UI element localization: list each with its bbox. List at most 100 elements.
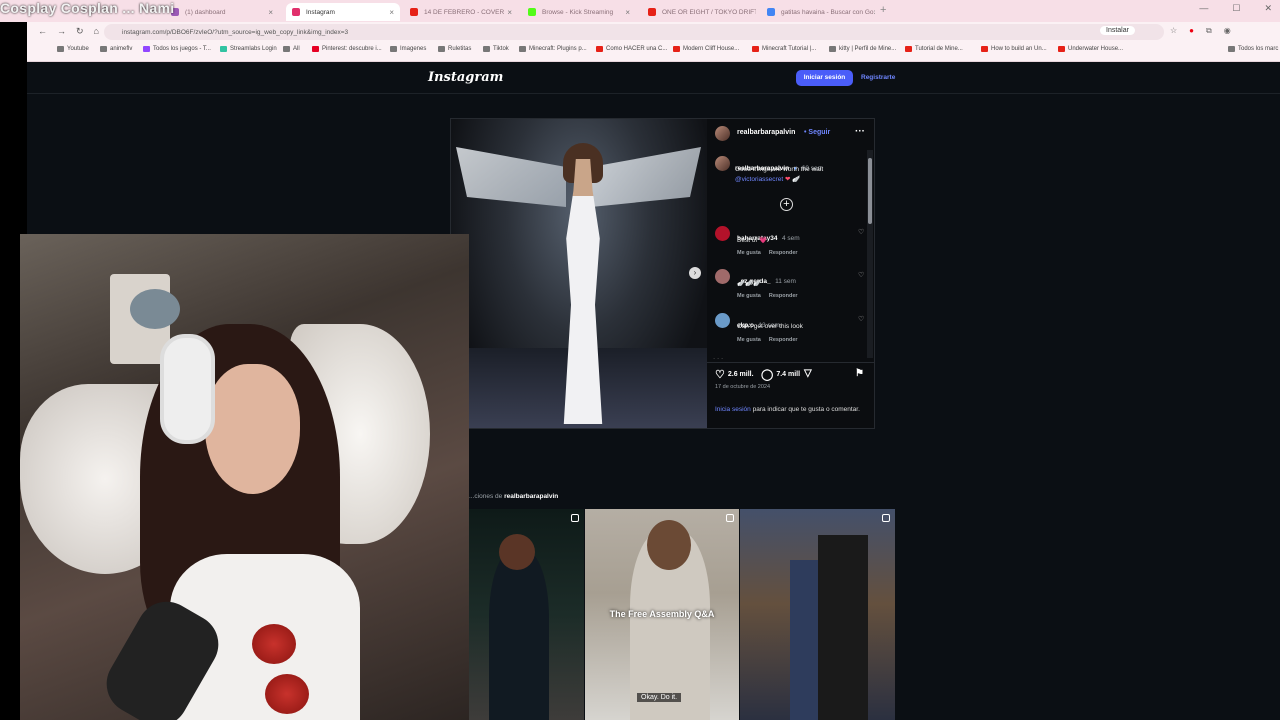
close-window-icon[interactable]: ✕ bbox=[1264, 3, 1272, 14]
bookmark-icon bbox=[100, 46, 107, 52]
post-thumbnail[interactable]: The Free Assembly Q&A Okay. Do it. bbox=[585, 509, 739, 720]
tab-favicon-icon bbox=[410, 8, 418, 16]
bookmark-item[interactable]: animeflv bbox=[100, 46, 132, 52]
instagram-logo[interactable]: Instagram bbox=[428, 70, 503, 85]
browser-tab[interactable]: 14 DE FEBRERO - COVER × bbox=[404, 3, 518, 21]
bookmark-item[interactable]: kitty | Perfil de Mine... bbox=[829, 46, 896, 52]
comment-reply-button[interactable]: Responder bbox=[769, 337, 798, 343]
bookmark-item[interactable]: Tiktok bbox=[483, 46, 509, 52]
comment-icon[interactable]: ◯ bbox=[761, 368, 773, 381]
bookmark-item[interactable]: Streamlabs Login bbox=[220, 46, 277, 52]
bookmark-item[interactable]: Minecraft: Plugins p... bbox=[519, 46, 587, 52]
browser-tab[interactable]: ONE OR EIGHT / TOKYO DRIFT× bbox=[642, 3, 756, 21]
bookmark-item[interactable]: Ruletitas bbox=[438, 46, 471, 52]
close-tab-icon[interactable]: × bbox=[507, 8, 512, 17]
bookmark-item[interactable]: Modern Cliff House... bbox=[673, 46, 739, 52]
comment-reply-button[interactable]: Responder bbox=[769, 250, 798, 256]
comment-actions: Me gusta Responder bbox=[737, 293, 798, 299]
next-photo-icon[interactable]: › bbox=[689, 267, 701, 279]
bookmark-icon bbox=[519, 46, 526, 52]
comment-text: Can't get over this look bbox=[737, 323, 803, 330]
more-options-icon[interactable]: ··· bbox=[855, 126, 865, 137]
close-tab-icon[interactable]: × bbox=[625, 8, 630, 17]
url-field[interactable]: instagram.com/p/DBO6F/zvIeO/?utm_source=… bbox=[104, 24, 1164, 40]
bookmark-item[interactable]: All bbox=[283, 46, 300, 52]
tab-favicon-icon bbox=[292, 8, 300, 16]
login-link[interactable]: Inicia sesión bbox=[715, 406, 751, 413]
post-thumbnail[interactable] bbox=[740, 509, 895, 720]
browser-tab[interactable]: (1) dashboard × bbox=[165, 3, 279, 21]
caption-mention[interactable]: @victoriassecret ❤ 🪽 bbox=[735, 175, 800, 183]
bookmark-item[interactable]: How to build an Un... bbox=[981, 46, 1047, 52]
close-tab-icon[interactable]: × bbox=[874, 8, 876, 17]
comment-avatar[interactable] bbox=[715, 226, 730, 241]
forward-icon[interactable]: → bbox=[57, 26, 66, 37]
tab-label: 14 DE FEBRERO - COVER bbox=[424, 8, 505, 16]
extensions-area: ☆ ● ⧉ ◉ bbox=[1170, 26, 1231, 36]
stream-overlay-title: Cosplay Cosplan ... Nami bbox=[0, 0, 175, 16]
tab-label: (1) dashboard bbox=[185, 8, 226, 16]
comment-like-button[interactable]: Me gusta bbox=[737, 293, 761, 299]
close-tab-icon[interactable]: × bbox=[268, 8, 273, 17]
back-icon[interactable]: ← bbox=[38, 26, 47, 37]
bookmark-item[interactable]: Como HACER una C... bbox=[596, 46, 667, 52]
avatar[interactable] bbox=[715, 126, 730, 141]
share-icon[interactable]: ▽ bbox=[804, 368, 812, 379]
browser-tab[interactable]: gatitas havaina - Buscar con Go× bbox=[761, 3, 875, 21]
comment-heart-icon[interactable]: ♡ bbox=[858, 315, 864, 323]
all-bookmarks[interactable]: Todos los marc bbox=[1228, 46, 1278, 52]
heart-icon[interactable]: ♡ bbox=[715, 368, 725, 381]
browser-tab[interactable]: Instagram × bbox=[286, 3, 400, 21]
more-posts-title: ...ciones de realbarbarapalvin bbox=[469, 493, 559, 500]
comment-like-button[interactable]: Me gusta bbox=[737, 250, 761, 256]
profile-icon[interactable]: ◉ bbox=[1224, 26, 1231, 36]
home-icon[interactable]: ⌂ bbox=[94, 26, 99, 37]
tab-favicon-icon bbox=[528, 8, 536, 16]
bookmark-item[interactable]: Tutorial de Mine... bbox=[905, 46, 963, 52]
bookmark-icon bbox=[220, 46, 227, 52]
post-username[interactable]: realbarbarapalvin bbox=[737, 129, 795, 136]
bookmark-item[interactable]: Todos los juegos - T... bbox=[143, 46, 211, 52]
minimize-icon[interactable]: — bbox=[1199, 3, 1208, 14]
comment-avatar[interactable] bbox=[715, 269, 730, 284]
webcam-overlay bbox=[20, 234, 469, 720]
bookmark-icon[interactable]: ⚑ bbox=[855, 368, 864, 379]
bookmark-item[interactable]: Youtube bbox=[57, 46, 89, 52]
puzzle-icon[interactable]: ⧉ bbox=[1206, 26, 1212, 36]
post-thumbnail[interactable] bbox=[469, 509, 584, 720]
maximize-icon[interactable]: ☐ bbox=[1232, 3, 1240, 14]
comment-avatar[interactable] bbox=[715, 313, 730, 328]
comment-reply-button[interactable]: Responder bbox=[769, 293, 798, 299]
new-tab-button[interactable]: + bbox=[880, 4, 886, 16]
login-button[interactable]: Iniciar sesión bbox=[796, 70, 853, 86]
star-icon[interactable]: ☆ bbox=[1170, 26, 1177, 36]
close-tab-icon[interactable]: × bbox=[389, 8, 394, 17]
browser-tab[interactable]: Browse - Kick Streaming × bbox=[522, 3, 636, 21]
more-posts-user[interactable]: realbarbarapalvin bbox=[504, 493, 558, 500]
bookmark-item[interactable]: Imagenes bbox=[390, 46, 426, 52]
comment-time: 11 sem bbox=[775, 278, 796, 285]
tab-label: gatitas havaina - Buscar con Go bbox=[781, 8, 874, 16]
comment-area[interactable]: ◯ 7.4 mill bbox=[761, 368, 800, 381]
bookmark-icon bbox=[905, 46, 912, 52]
post-photo[interactable] bbox=[451, 119, 707, 428]
bookmark-item[interactable]: Underwater House... bbox=[1058, 46, 1123, 52]
comment-heart-icon[interactable]: ♡ bbox=[858, 228, 864, 236]
bookmark-icon bbox=[596, 46, 603, 52]
follow-button[interactable]: • Seguir bbox=[804, 129, 830, 136]
comment-heart-icon[interactable]: ♡ bbox=[858, 271, 864, 279]
caption-avatar[interactable] bbox=[715, 156, 730, 171]
bookmark-icon bbox=[673, 46, 680, 52]
like-area[interactable]: ♡ 2.6 mill. bbox=[715, 368, 754, 381]
bookmark-icon bbox=[483, 46, 490, 52]
bookmark-item[interactable]: Minecraft Tutorial |... bbox=[752, 46, 816, 52]
reload-icon[interactable]: ↻ bbox=[76, 26, 84, 37]
opera-icon[interactable]: ● bbox=[1189, 26, 1194, 36]
comments-scrollbar[interactable] bbox=[867, 150, 873, 358]
bookmark-item[interactable]: Pinterest: descubre i... bbox=[312, 46, 382, 52]
comment-like-button[interactable]: Me gusta bbox=[737, 337, 761, 343]
tab-label: Instagram bbox=[306, 8, 335, 16]
register-link[interactable]: Registrarte bbox=[861, 70, 895, 86]
install-button[interactable]: Instalar bbox=[1100, 26, 1135, 35]
add-comment-icon[interactable]: + bbox=[780, 198, 793, 211]
